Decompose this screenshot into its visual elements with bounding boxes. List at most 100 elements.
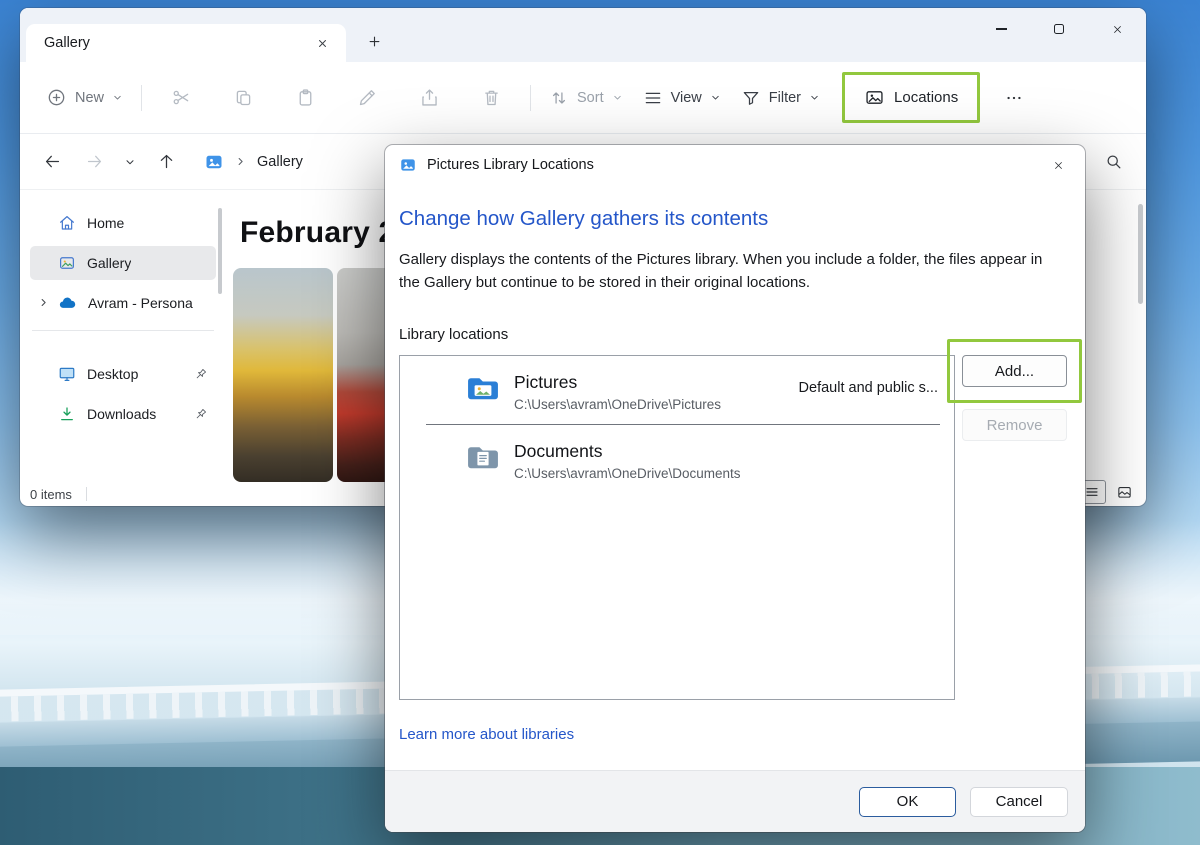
library-locations-list[interactable]: Pictures C:\Users\avram\OneDrive\Picture… — [399, 355, 955, 700]
expand-chevron-icon[interactable] — [37, 296, 50, 309]
sidebar-label-gallery: Gallery — [87, 255, 131, 271]
maximize-icon[interactable] — [1030, 8, 1088, 50]
more-options-button[interactable] — [994, 78, 1034, 118]
sort-label: Sort — [577, 90, 604, 106]
rename-button[interactable] — [346, 77, 388, 119]
forward-button[interactable] — [76, 144, 112, 180]
chevron-down-icon — [612, 92, 623, 103]
pin-icon — [193, 367, 208, 382]
up-button[interactable] — [148, 144, 184, 180]
delete-icon — [481, 87, 502, 108]
item-count: 0 items — [30, 487, 72, 502]
search-button[interactable] — [1094, 143, 1132, 181]
pictures-library-locations-dialog: Pictures Library Locations Change how Ga… — [385, 145, 1085, 832]
tab-close-icon[interactable] — [308, 29, 336, 57]
sort-button[interactable]: Sort — [539, 80, 633, 116]
highlight-box-add: Add... — [947, 339, 1082, 403]
toolbar-separator — [530, 85, 531, 111]
status-divider — [86, 487, 87, 501]
new-tab-button[interactable] — [356, 23, 392, 59]
location-note: Default and public s... — [799, 380, 938, 396]
home-icon — [58, 214, 76, 232]
dialog-footer: OK Cancel — [385, 770, 1085, 832]
rename-icon — [357, 87, 378, 108]
paste-button[interactable] — [284, 77, 326, 119]
copy-icon — [233, 87, 254, 108]
new-label: New — [75, 90, 104, 106]
view-icon — [643, 88, 663, 108]
learn-more-link[interactable]: Learn more about libraries — [399, 726, 574, 743]
sidebar-item-downloads[interactable]: Downloads — [30, 397, 216, 431]
filter-button[interactable]: Filter — [731, 80, 830, 116]
sidebar-label-home: Home — [87, 215, 124, 231]
breadcrumb: Gallery — [204, 152, 303, 172]
recent-locations-button[interactable] — [118, 144, 142, 180]
list-item-documents[interactable]: Documents C:\Users\avram\OneDrive\Docume… — [400, 425, 954, 481]
dialog-close-icon[interactable] — [1037, 149, 1079, 181]
location-name: Pictures — [514, 372, 721, 393]
dialog-side-buttons: Add... Remove — [947, 339, 1082, 441]
sidebar-label-downloads: Downloads — [87, 406, 156, 422]
view-toggles — [1078, 480, 1138, 504]
documents-folder-icon — [466, 443, 500, 471]
window-controls — [972, 8, 1146, 50]
sort-icon — [549, 88, 569, 108]
sidebar-item-home[interactable]: Home — [30, 206, 216, 240]
thumbnail-view-button[interactable] — [1110, 480, 1138, 504]
share-icon — [419, 87, 440, 108]
delete-button[interactable] — [470, 77, 512, 119]
tab-gallery[interactable]: Gallery — [26, 24, 346, 62]
location-name: Documents — [514, 441, 741, 462]
location-path: C:\Users\avram\OneDrive\Documents — [514, 466, 741, 481]
downloads-icon — [58, 405, 76, 423]
more-icon — [1004, 88, 1024, 108]
up-icon — [157, 152, 176, 171]
remove-button[interactable]: Remove — [962, 409, 1067, 441]
thumbnail-view-icon — [1116, 484, 1133, 501]
back-button[interactable] — [34, 144, 70, 180]
sidebar-item-desktop[interactable]: Desktop — [30, 357, 216, 391]
cut-button[interactable] — [160, 77, 202, 119]
sidebar-item-gallery[interactable]: Gallery — [30, 246, 216, 280]
sidebar-divider — [32, 330, 214, 331]
share-button[interactable] — [408, 77, 450, 119]
new-icon — [46, 87, 67, 108]
locations-button[interactable]: Locations — [854, 79, 968, 116]
content-scrollbar[interactable] — [1138, 204, 1143, 304]
desktop-icon — [58, 365, 76, 383]
sidebar-label-desktop: Desktop — [87, 366, 138, 382]
dialog-titlebar: Pictures Library Locations — [385, 145, 1085, 185]
recent-chevron-icon — [124, 156, 136, 168]
dialog-description: Gallery displays the contents of the Pic… — [399, 249, 1047, 294]
filter-label: Filter — [769, 90, 801, 106]
gallery-icon — [58, 254, 76, 272]
chevron-down-icon — [710, 92, 721, 103]
view-button[interactable]: View — [633, 80, 731, 116]
cancel-button[interactable]: Cancel — [970, 787, 1068, 817]
navigation-pane: Home Gallery Avram - Persona Desktop Dow… — [20, 190, 222, 482]
command-toolbar: New Sort View — [20, 62, 1146, 134]
back-icon — [43, 152, 62, 171]
filter-icon — [741, 88, 761, 108]
ok-button[interactable]: OK — [859, 787, 956, 817]
chevron-down-icon — [809, 92, 820, 103]
gallery-address-icon — [204, 152, 224, 172]
new-button[interactable]: New — [36, 79, 133, 116]
list-item-pictures[interactable]: Pictures C:\Users\avram\OneDrive\Picture… — [400, 356, 954, 412]
close-icon[interactable] — [1088, 8, 1146, 50]
dialog-title: Pictures Library Locations — [427, 157, 1037, 173]
locations-icon — [864, 87, 885, 108]
highlight-box-locations: Locations — [842, 72, 980, 123]
copy-button[interactable] — [222, 77, 264, 119]
dialog-pictures-icon — [399, 156, 417, 174]
breadcrumb-chevron-icon — [234, 155, 247, 168]
breadcrumb-item-gallery[interactable]: Gallery — [257, 154, 303, 170]
cut-icon — [171, 87, 192, 108]
minimize-icon[interactable] — [972, 8, 1030, 50]
locations-label: Locations — [894, 89, 958, 106]
tab-bar: Gallery — [20, 8, 1146, 62]
dialog-heading: Change how Gallery gathers its contents — [399, 207, 1069, 231]
sidebar-item-onedrive[interactable]: Avram - Persona — [30, 286, 216, 320]
photo-thumbnail[interactable] — [233, 268, 333, 482]
add-button[interactable]: Add... — [962, 355, 1067, 387]
